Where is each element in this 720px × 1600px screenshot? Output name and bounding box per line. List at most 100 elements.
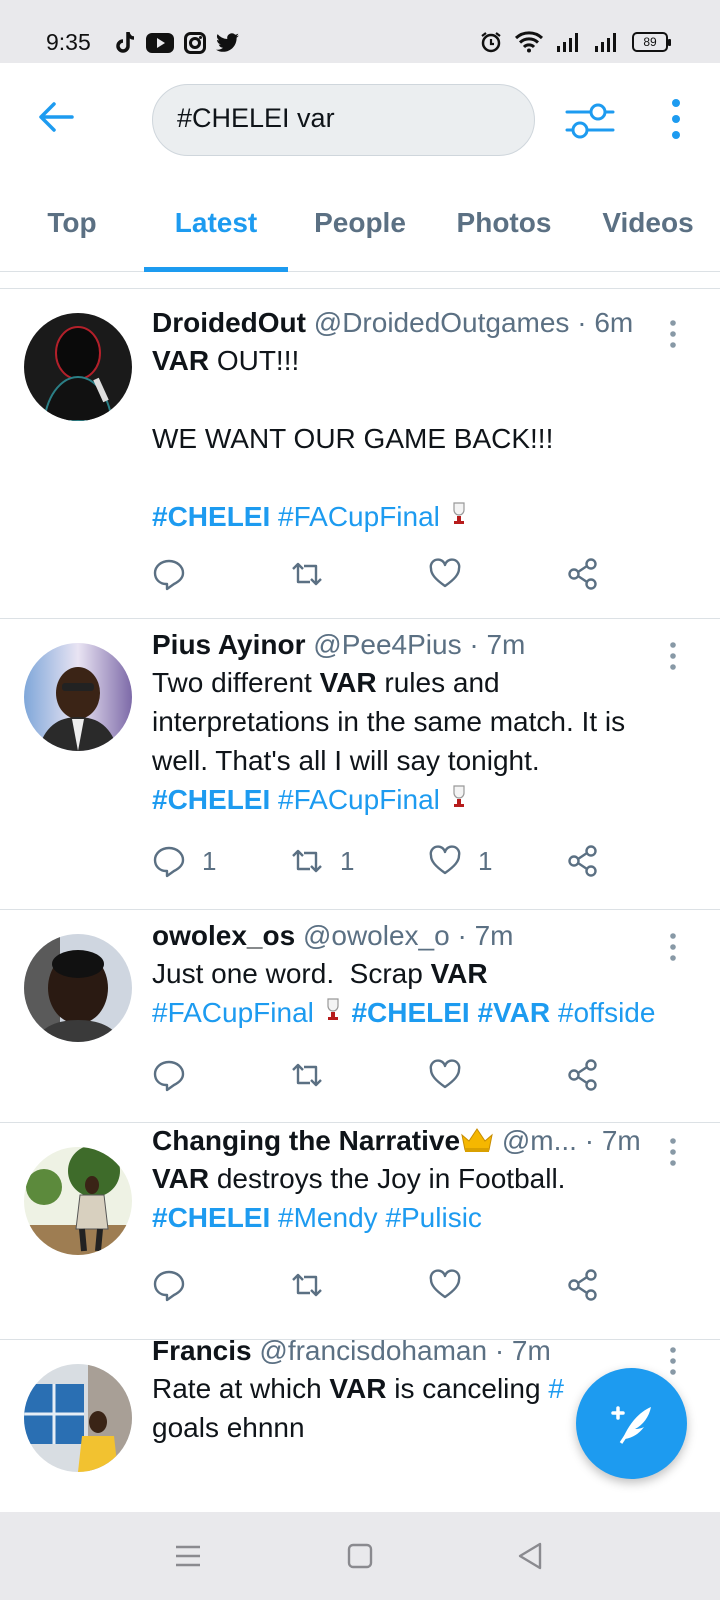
retweet-button[interactable] <box>290 1268 340 1302</box>
back-triangle-icon[interactable] <box>514 1540 546 1572</box>
back-arrow-icon <box>39 102 74 132</box>
alarm-icon <box>481 32 501 53</box>
hashtag-link[interactable]: #CHELEI <box>152 1202 270 1233</box>
retweet-button[interactable]: 1 <box>290 844 354 878</box>
tweet-hashtags: #CHELEI #FACupFinal <box>152 497 680 536</box>
tweet-header: owolex_os @owolex_o · 7m <box>152 918 680 954</box>
sliders-icon <box>565 103 615 139</box>
share-icon <box>568 1269 597 1301</box>
avatar[interactable] <box>24 934 132 1042</box>
tweet[interactable]: Pius Ayinor @Pee4Pius · 7m Two different… <box>0 619 720 910</box>
search-filter-button[interactable] <box>565 99 615 143</box>
retweet-icon <box>292 562 322 586</box>
keyword-var: VAR <box>152 345 210 376</box>
hashtag-link[interactable]: #Mendy <box>278 1202 378 1233</box>
hashtag-link[interactable]: #FACupFinal <box>278 784 440 815</box>
author-name[interactable]: DroidedOut <box>152 307 306 338</box>
crown-icon <box>461 1128 493 1152</box>
instagram-icon <box>184 32 206 54</box>
avatar[interactable] <box>24 313 132 421</box>
tweet-text: Two different VAR rules and <box>152 663 680 702</box>
hashtag-link[interactable]: #CHELEI <box>152 501 270 532</box>
share-button[interactable] <box>566 844 600 878</box>
tweet-menu-icon[interactable] <box>668 641 678 671</box>
retweet-button[interactable] <box>290 1058 340 1092</box>
tweet-menu-icon[interactable] <box>668 1137 678 1167</box>
tweet-menu-icon[interactable] <box>668 319 678 349</box>
keyword-var: VAR <box>430 958 488 989</box>
wifi-icon <box>514 31 544 53</box>
hashtag-link[interactable]: #CHELEI <box>152 784 270 815</box>
avatar[interactable] <box>24 1364 132 1472</box>
reply-button[interactable] <box>152 1058 202 1092</box>
tweet-content: DroidedOut @DroidedOutgames · 6m VAR OUT… <box>152 305 680 536</box>
hashtag-link[interactable]: #CHELEI <box>351 997 469 1028</box>
tab-latest[interactable]: Latest <box>144 173 288 272</box>
compose-tweet-button[interactable] <box>576 1368 687 1479</box>
author-name[interactable]: owolex_os <box>152 920 295 951</box>
reply-icon <box>153 1060 185 1092</box>
home-square-icon[interactable] <box>344 1540 376 1572</box>
author-name[interactable]: Francis <box>152 1335 252 1366</box>
tab-people[interactable]: People <box>288 173 432 272</box>
keyword-var: VAR <box>329 1373 387 1404</box>
tweet-content: Pius Ayinor @Pee4Pius · 7m Two different… <box>152 627 680 819</box>
heart-icon <box>429 1059 461 1089</box>
tweet-menu-icon[interactable] <box>668 1346 678 1376</box>
like-button[interactable] <box>428 1058 478 1092</box>
author-name[interactable]: Pius Ayinor <box>152 629 306 660</box>
hashtag-link[interactable]: #VAR <box>477 997 550 1028</box>
author-handle-time: @francisdohaman · 7m <box>259 1335 551 1366</box>
tweet-hashtags: #FACupFinal #CHELEI #VAR #offside <box>152 993 680 1032</box>
tab-top[interactable]: Top <box>0 173 144 272</box>
like-button[interactable]: 1 <box>428 844 492 878</box>
author-handle-time: @owolex_o · 7m <box>302 920 514 951</box>
hashtag-link[interactable]: #FACupFinal <box>278 501 440 532</box>
tweet-content: owolex_os @owolex_o · 7m Just one word. … <box>152 918 680 1032</box>
tweet[interactable]: owolex_os @owolex_o · 7m Just one word. … <box>0 910 720 1123</box>
share-button[interactable] <box>566 557 600 591</box>
text-segment: Rate at which <box>152 1373 330 1404</box>
hashtag-link[interactable]: #Pulisic <box>385 1202 481 1233</box>
more-options-button[interactable] <box>664 97 688 141</box>
retweet-button[interactable] <box>290 557 340 591</box>
reply-button[interactable] <box>152 1268 202 1302</box>
hashtag-link[interactable]: #FACupFinal <box>152 997 314 1028</box>
back-button[interactable] <box>36 97 76 137</box>
tab-videos[interactable]: Videos <box>576 173 720 272</box>
reply-button[interactable]: 1 <box>152 844 216 878</box>
tweet-text: well. That's all I will say tonight. <box>152 745 540 776</box>
share-button[interactable] <box>566 1268 600 1302</box>
tweet[interactable]: DroidedOut @DroidedOutgames · 6m VAR OUT… <box>0 289 720 619</box>
search-box[interactable] <box>152 84 535 156</box>
reply-button[interactable] <box>152 557 202 591</box>
tweet-actions <box>152 1058 622 1098</box>
tab-photos[interactable]: Photos <box>432 173 576 272</box>
hashtag-link[interactable]: # <box>548 1373 564 1404</box>
compose-feather-icon <box>610 1405 651 1444</box>
hashtag-link[interactable]: #offside <box>558 997 656 1028</box>
menu-icon[interactable] <box>172 1540 204 1572</box>
share-icon <box>568 845 597 877</box>
author-name[interactable]: Changing the Narrative <box>152 1125 460 1156</box>
like-button[interactable] <box>428 1268 478 1302</box>
tweet-actions: 1 1 1 <box>152 844 622 884</box>
search-input[interactable] <box>177 103 507 134</box>
share-icon <box>568 558 597 590</box>
status-notification-icons <box>114 31 240 55</box>
battery-indicator: 89 <box>632 32 671 52</box>
tweet-header: Pius Ayinor @Pee4Pius · 7m <box>152 627 680 663</box>
trophy-icon <box>453 785 465 807</box>
retweet-icon <box>292 1273 322 1297</box>
like-button[interactable] <box>428 557 478 591</box>
youtube-icon <box>146 33 174 53</box>
share-icon <box>568 1059 597 1091</box>
avatar[interactable] <box>24 643 132 751</box>
tweet-menu-icon[interactable] <box>668 932 678 962</box>
avatar[interactable] <box>24 1147 132 1255</box>
tweet[interactable]: Changing the Narrative @m... · 7m VAR de… <box>0 1123 720 1340</box>
tiktok-icon <box>116 32 135 53</box>
tweet-text: Just one word. Scrap VAR <box>152 954 680 993</box>
share-button[interactable] <box>566 1058 600 1092</box>
signal-icon <box>557 33 578 52</box>
